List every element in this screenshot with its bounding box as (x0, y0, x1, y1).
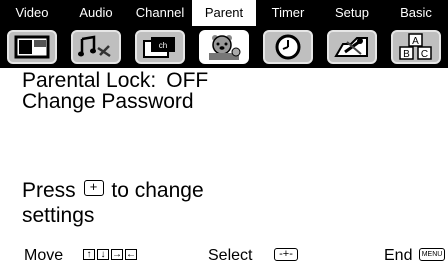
hint-suffix: to change (111, 179, 204, 202)
setup-tools-icon (327, 30, 377, 64)
menu-button-icon: MENU (419, 248, 445, 261)
tab-setup[interactable]: Setup (320, 0, 384, 26)
tab-channel-icon-cell[interactable]: ch (128, 26, 192, 68)
music-notes-icon (71, 30, 121, 64)
channel-icon-text: ch (159, 41, 167, 50)
tab-labels: Video Audio Channel Parent Timer Setup B… (0, 0, 448, 26)
tab-parent[interactable]: Parent (192, 0, 256, 26)
parental-lock-value: OFF (166, 69, 209, 92)
tab-timer[interactable]: Timer (256, 0, 320, 26)
tab-basic[interactable]: Basic (384, 0, 448, 26)
abc-blocks-icon: A B C (391, 30, 441, 64)
down-arrow-icon: ↓ (97, 249, 109, 260)
tab-audio[interactable]: Audio (64, 0, 128, 26)
tab-video-icon-cell[interactable] (0, 26, 64, 68)
footer-end-label: End (384, 247, 413, 264)
enter-button-icon: -+- (274, 248, 298, 261)
tab-video[interactable]: Video (0, 0, 64, 26)
parent-bear-icon (199, 30, 249, 64)
up-arrow-icon: ↑ (83, 249, 95, 260)
block-letter-b: B (403, 49, 410, 60)
tab-audio-icon-cell[interactable] (64, 26, 128, 68)
tv-icon (7, 30, 57, 64)
parental-lock-label: Parental Lock: (22, 69, 157, 92)
tab-parent-icon-cell[interactable] (192, 26, 256, 68)
tab-channel[interactable]: Channel (128, 0, 192, 26)
block-letter-c: C (421, 49, 428, 60)
tab-icons: ch A B C (0, 26, 448, 68)
tab-timer-icon-cell[interactable] (256, 26, 320, 68)
footer-move-label: Move (24, 247, 64, 264)
parental-lock-row[interactable]: Parental Lock: OFF (22, 70, 208, 92)
channel-icon: ch (135, 30, 185, 64)
footer-select-label: Select (208, 247, 253, 264)
block-letter-a: A (412, 36, 419, 47)
arrow-keys-icon: ↑ ↓ → ← (83, 249, 137, 260)
left-arrow-icon: ← (125, 249, 137, 260)
clock-icon (263, 30, 313, 64)
enter-key-icon (83, 178, 104, 196)
right-arrow-icon: → (111, 249, 123, 260)
menu-tab-bar: Video Audio Channel Parent Timer Setup B… (0, 0, 448, 68)
parent-menu-screen: Video Audio Channel Parent Timer Setup B… (0, 0, 448, 265)
hint-line-2: settings (22, 204, 95, 227)
footer-bar: Move ↑ ↓ → ← Select -+- End MENU (0, 245, 448, 265)
tab-basic-icon-cell[interactable]: A B C (384, 26, 448, 68)
hint-prefix: Press (22, 179, 76, 202)
hint-line-1: Press to change (22, 178, 204, 202)
tab-setup-icon-cell[interactable] (320, 26, 384, 68)
change-password-item[interactable]: Change Password (22, 91, 194, 113)
